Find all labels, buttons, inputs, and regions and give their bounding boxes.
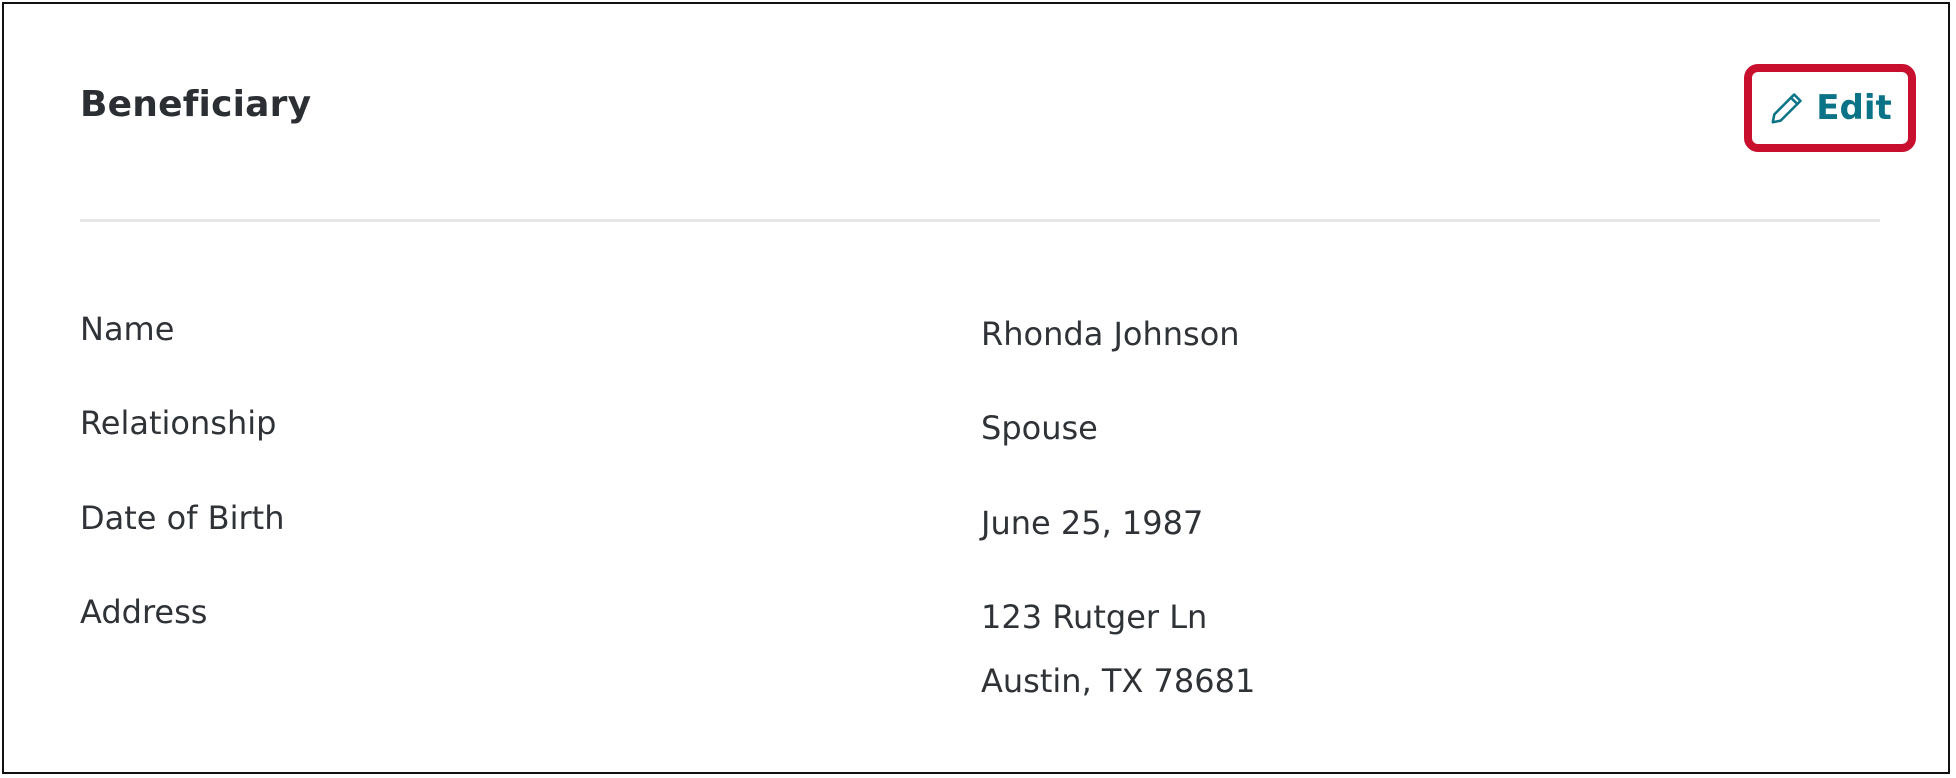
field-value-address-line1: 123 Rutger Ln [981,598,1208,636]
field-value-address-line2: Austin, TX 78681 [981,662,1256,700]
section-divider [80,219,1880,222]
field-label-name: Name [80,310,175,348]
field-label-date-of-birth: Date of Birth [80,499,285,537]
field-label-relationship: Relationship [80,404,277,442]
field-value-name: Rhonda Johnson [981,315,1240,353]
field-label-address: Address [80,593,208,631]
pencil-icon [1771,93,1802,124]
field-value-date-of-birth: June 25, 1987 [981,504,1204,542]
beneficiary-card: Beneficiary Edit Name Rhonda Johnson Rel… [2,2,1950,774]
edit-button-label: Edit [1816,88,1892,128]
field-value-relationship: Spouse [981,409,1098,447]
card-title: Beneficiary [80,84,312,125]
edit-button[interactable]: Edit [1760,80,1900,136]
